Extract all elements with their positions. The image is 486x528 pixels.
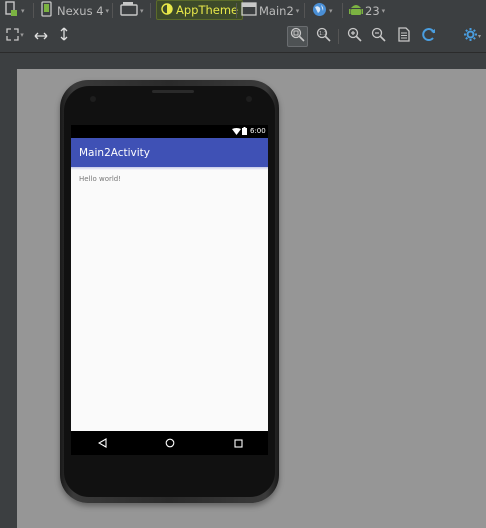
locale-dropdown[interactable]: ▾ <box>312 0 333 21</box>
activity-dropdown[interactable]: Main2 ▾ <box>241 0 299 21</box>
zoom-in-button[interactable] <box>344 26 365 47</box>
wifi-icon <box>232 128 241 137</box>
layout-editor: ▾ Nexus 4 ▾ ▾ AppTheme Main2 ▾ ▾ 23 ▾ ▾ … <box>0 0 486 528</box>
back-icon <box>96 437 108 449</box>
actual-size-icon: 1:1 <box>316 27 331 46</box>
navigation-bar <box>71 431 268 455</box>
settings-dropdown[interactable]: ▾ <box>460 26 484 47</box>
settings-icon <box>463 27 478 46</box>
expand-vertical-icon <box>59 26 69 45</box>
activity-label: Main2 <box>259 3 294 18</box>
device-icon <box>40 1 54 20</box>
status-bar: 6:00 <box>71 125 268 138</box>
actual-size-button[interactable]: 1:1 <box>313 26 334 47</box>
device-dropdown[interactable]: Nexus 4 ▾ <box>40 0 109 21</box>
speaker-grille <box>152 90 194 93</box>
sensor-icon <box>246 96 252 102</box>
refresh-icon <box>421 27 437 46</box>
app-bar: Main2Activity <box>71 138 268 167</box>
locale-icon <box>312 2 327 20</box>
theme-icon <box>161 2 173 18</box>
theme-dropdown[interactable]: AppTheme <box>156 0 244 20</box>
file-button[interactable] <box>393 26 414 47</box>
zoom-toolbar: ▾ 1:1 ▾ <box>0 22 486 53</box>
file-icon <box>397 27 410 46</box>
front-camera-icon <box>90 96 96 102</box>
hello-world-text[interactable]: Hello world! <box>79 175 121 183</box>
design-surface-dropdown[interactable]: ▾ <box>3 0 25 21</box>
expand-horizontal-icon <box>34 26 48 45</box>
zoom-to-fit-icon <box>290 27 305 46</box>
api-level-dropdown[interactable]: 23 ▾ <box>349 0 385 21</box>
android-icon <box>349 2 363 20</box>
device-screen[interactable]: 6:00 Main2Activity Hello world! <box>71 125 268 455</box>
api-level-label: 23 <box>365 3 380 18</box>
app-title: Main2Activity <box>79 146 151 159</box>
app-bar-shadow <box>71 167 268 170</box>
zoom-fit-dropdown[interactable]: ▾ <box>3 27 27 43</box>
zoom-in-icon <box>347 27 362 46</box>
status-time: 6:00 <box>250 127 266 135</box>
activity-icon <box>241 2 257 19</box>
zoom-out-icon <box>371 27 386 46</box>
zoom-out-button[interactable] <box>368 26 389 47</box>
refresh-button[interactable] <box>418 26 439 47</box>
orientation-dropdown[interactable]: ▾ <box>120 0 144 21</box>
config-toolbar: ▾ Nexus 4 ▾ ▾ AppTheme Main2 ▾ ▾ 23 ▾ <box>0 0 486 22</box>
device-label: Nexus 4 <box>57 3 104 18</box>
zoom-to-fit-button[interactable] <box>287 26 308 47</box>
expand-vertical-button[interactable] <box>56 27 72 43</box>
battery-icon <box>242 127 247 137</box>
theme-label: AppTheme <box>176 3 239 17</box>
recents-icon <box>232 437 244 449</box>
svg-text:1:1: 1:1 <box>319 31 327 37</box>
home-icon <box>164 437 176 449</box>
orientation-icon <box>120 1 138 20</box>
design-surface-icon <box>3 1 19 20</box>
zoom-fit-icon <box>6 26 19 45</box>
expand-horizontal-button[interactable] <box>33 27 49 43</box>
